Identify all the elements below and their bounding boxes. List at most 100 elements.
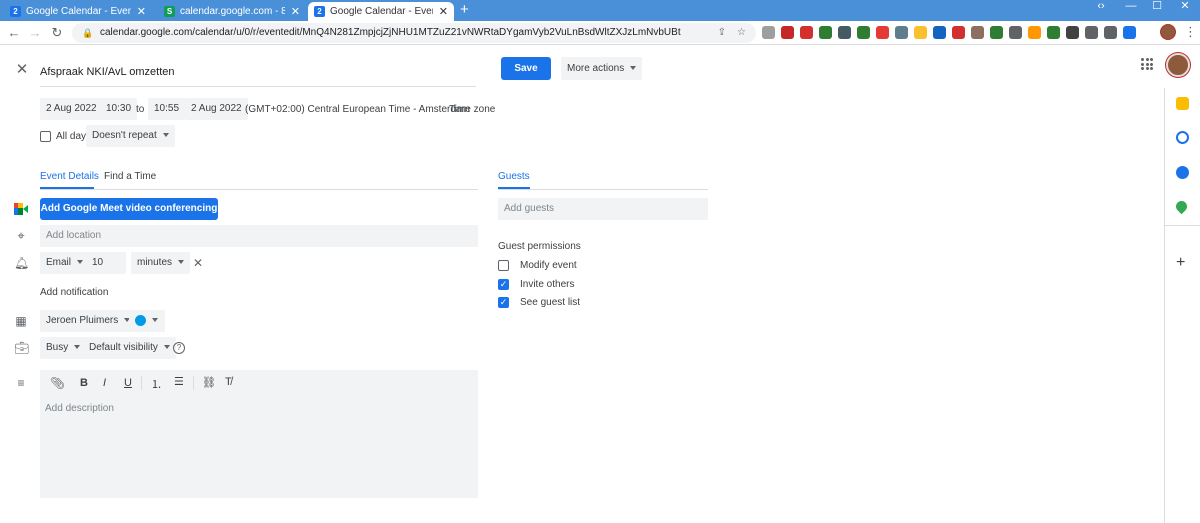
bookmark-star-icon[interactable]: ☆: [737, 23, 746, 43]
extension-icon[interactable]: [762, 26, 775, 39]
underline-icon[interactable]: U: [124, 377, 132, 389]
close-tab-icon[interactable]: ✕: [439, 5, 448, 18]
tab-find-a-time[interactable]: Find a Time: [104, 171, 156, 182]
end-date-field[interactable]: 2 Aug 2022: [185, 98, 248, 120]
guest-permissions-title: Guest permissions: [498, 241, 581, 252]
repeat-dropdown[interactable]: Doesn't repeat: [86, 125, 175, 147]
browser-tab-2[interactable]: S calendar.google.com - 8/2/2022 ✕: [158, 2, 306, 21]
bulleted-list-icon[interactable]: ☰: [174, 375, 184, 388]
close-window-button[interactable]: ✕: [1170, 0, 1200, 14]
all-day-checkbox[interactable]: [40, 131, 51, 142]
help-icon[interactable]: ?: [173, 342, 185, 354]
see-guest-list-checkbox[interactable]: ✓: [498, 297, 509, 308]
visibility-label: Default visibility: [89, 342, 158, 353]
extension-icon[interactable]: [952, 26, 965, 39]
more-actions-button[interactable]: More actions: [561, 57, 643, 80]
modify-event-checkbox[interactable]: [498, 260, 509, 271]
maximize-button[interactable]: ☐: [1142, 0, 1172, 14]
browser-tab-3-active[interactable]: 2 Google Calendar - Event details ✕: [308, 2, 454, 21]
keep-icon[interactable]: [1176, 97, 1189, 110]
remove-notification-icon[interactable]: ✕: [191, 256, 205, 272]
extension-icon[interactable]: [800, 26, 813, 39]
end-time-field[interactable]: 10:55: [148, 98, 186, 120]
extension-icon[interactable]: [1009, 26, 1022, 39]
contacts-icon[interactable]: [1176, 166, 1189, 179]
location-input[interactable]: Add location: [40, 225, 478, 247]
add-notification-link[interactable]: Add notification: [40, 287, 108, 298]
new-tab-button[interactable]: +: [460, 1, 469, 18]
reload-icon[interactable]: ↻: [48, 24, 66, 42]
close-tab-icon[interactable]: ✕: [137, 5, 146, 18]
invite-others-checkbox[interactable]: ✓: [498, 279, 509, 290]
maps-icon[interactable]: [1173, 198, 1190, 215]
calendar-owner-dropdown[interactable]: Jeroen Pluimers: [40, 310, 137, 332]
profile-avatar-icon[interactable]: [1160, 24, 1176, 40]
extension-icon[interactable]: [1028, 26, 1041, 39]
extension-icon[interactable]: [1085, 26, 1098, 39]
tasks-icon[interactable]: [1176, 131, 1189, 144]
description-editor[interactable]: 📎︎ B I U ⒈ ☰ ⛓︎ T̸ Add description: [40, 370, 478, 498]
see-guest-list-label: See guest list: [520, 297, 581, 308]
extension-icon[interactable]: [781, 26, 794, 39]
apps-grid-icon[interactable]: [1141, 58, 1153, 70]
notification-unit-dropdown[interactable]: minutes: [131, 252, 191, 274]
address-bar[interactable]: 🔒 calendar.google.com/calendar/u/0/r/eve…: [72, 23, 756, 43]
calendar-color-dropdown[interactable]: [129, 310, 165, 332]
notification-value-input[interactable]: 10: [86, 252, 126, 274]
extension-icon[interactable]: [990, 26, 1003, 39]
tab-event-details[interactable]: Event Details: [40, 171, 99, 182]
timezone-link[interactable]: Time zone: [449, 104, 495, 115]
extension-icon[interactable]: [819, 26, 832, 39]
italic-icon[interactable]: I: [103, 377, 106, 389]
browser-menu-icon[interactable]: ⋮: [1184, 24, 1197, 40]
account-avatar[interactable]: [1166, 53, 1190, 77]
add-addon-icon[interactable]: +: [1176, 254, 1185, 272]
extension-icon[interactable]: [1066, 26, 1079, 39]
visibility-dropdown[interactable]: Default visibility: [83, 337, 176, 359]
notification-type-label: Email: [46, 257, 72, 268]
extension-icon[interactable]: [876, 26, 889, 39]
chevron-down-icon: [77, 260, 84, 265]
add-guests-input[interactable]: Add guests: [498, 198, 708, 220]
extension-icon[interactable]: [933, 26, 946, 39]
extension-icon[interactable]: [1123, 26, 1136, 39]
link-icon[interactable]: ⛓︎: [202, 376, 216, 389]
add-google-meet-button[interactable]: Add Google Meet video conferencing: [40, 198, 218, 220]
back-arrow-icon[interactable]: ←: [5, 24, 23, 42]
extension-icon[interactable]: [971, 26, 984, 39]
start-date-field[interactable]: 2 Aug 2022: [40, 98, 103, 120]
extension-icon[interactable]: [914, 26, 927, 39]
tab-title: calendar.google.com - 8/2/2022: [180, 6, 285, 17]
event-title-field[interactable]: Afspraak NKI/AvL omzetten: [40, 59, 476, 87]
close-icon[interactable]: ✕: [14, 60, 30, 78]
extension-icon[interactable]: [838, 26, 851, 39]
extension-icon[interactable]: [857, 26, 870, 39]
tab-guests[interactable]: Guests: [498, 171, 530, 182]
chevron-down-icon: [152, 318, 158, 323]
extension-icon[interactable]: [895, 26, 908, 39]
event-title-text: Afspraak NKI/AvL omzetten: [40, 66, 175, 78]
forward-arrow-icon[interactable]: →: [26, 24, 44, 42]
description-placeholder: Add description: [45, 403, 114, 414]
clear-formatting-icon[interactable]: T̸: [225, 376, 232, 388]
notification-type-dropdown[interactable]: Email: [40, 252, 90, 274]
browser-tab-1[interactable]: 2 Google Calendar - Event details ✕: [4, 2, 152, 21]
save-button[interactable]: Save: [501, 57, 551, 80]
share-icon[interactable]: ⇪: [718, 23, 726, 43]
bold-icon[interactable]: B: [80, 377, 88, 389]
extension-icon[interactable]: [1047, 26, 1060, 39]
attachment-icon[interactable]: 📎︎: [50, 376, 65, 390]
numbered-list-icon[interactable]: ⒈: [151, 376, 162, 392]
notification-unit-label: minutes: [137, 257, 173, 268]
timezone-text[interactable]: (GMT+02:00) Central European Time - Amst…: [245, 104, 470, 115]
toolbar-divider: [141, 376, 142, 390]
tab-search-icon[interactable]: ‹›: [1086, 0, 1116, 14]
extension-icon[interactable]: [1104, 26, 1117, 39]
browser-toolbar: ← → ↻ 🔒 calendar.google.com/calendar/u/0…: [0, 21, 1200, 45]
close-tab-icon[interactable]: ✕: [291, 5, 300, 18]
side-rail-divider: [1164, 88, 1165, 523]
busy-label: Busy: [46, 342, 69, 353]
to-label: to: [136, 104, 145, 115]
start-time-field[interactable]: 10:30: [100, 98, 138, 120]
busy-dropdown[interactable]: Busy: [40, 337, 87, 359]
